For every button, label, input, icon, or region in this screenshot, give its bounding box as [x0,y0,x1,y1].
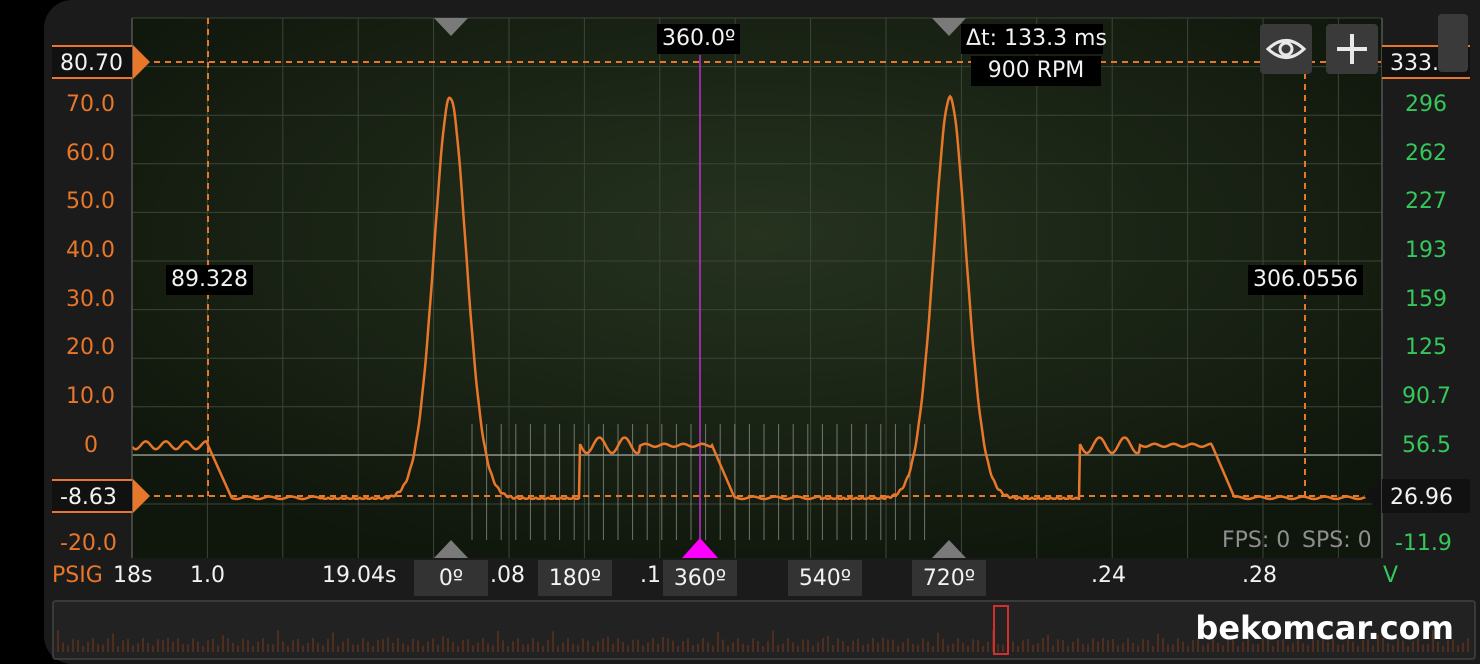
time-label: .08 [490,563,525,588]
right-bottom-marker[interactable]: 26.96 [1382,479,1470,513]
phase-marker-0[interactable]: 0º [414,560,488,596]
right-unit: V [1383,563,1399,588]
right-tick: 125 [1405,335,1447,360]
plot-background [132,18,1382,558]
right-tick: 227 [1405,189,1447,214]
right-cursor-value: 306.0556 [1248,265,1363,295]
phase-marker-180[interactable]: 180º [538,560,612,596]
left-bottom-marker[interactable]: -8.63 [52,479,132,513]
right-tick: 90.7 [1402,384,1451,409]
eye-icon [1265,39,1307,59]
time-label: 1.0 [190,563,225,588]
right-tick: -11.9 [1395,531,1452,556]
left-tick: 60.0 [66,141,115,166]
panel-handle[interactable] [1438,14,1468,72]
right-tick: 159 [1405,287,1447,312]
time-label: 19.04s [322,563,397,588]
left-tick: 70.0 [66,92,115,117]
time-label: .24 [1091,563,1126,588]
left-tick: 10.0 [66,384,115,409]
sps-readout: SPS: 0 [1302,528,1372,553]
left-tick: -20.0 [60,531,117,556]
visibility-button[interactable] [1260,24,1312,74]
left-top-marker[interactable]: 80.70 [52,45,132,79]
phase-marker-540[interactable]: 540º [788,560,862,596]
oscilloscope-view[interactable]: 80.70 -8.63 70.0 60.0 50.0 40.0 30.0 20.… [0,0,1480,600]
right-tick: 56.5 [1402,433,1451,458]
time-window[interactable]: 18s [113,563,152,589]
right-tick: 296 [1405,92,1447,117]
right-tick: 262 [1405,141,1447,166]
add-button[interactable] [1326,24,1378,74]
left-cursor-value: 89.328 [166,265,253,295]
left-tick: 0 [84,433,98,458]
left-tick: 40.0 [66,238,115,263]
left-tick: 20.0 [66,335,115,360]
left-tick: 50.0 [66,189,115,214]
timeline-viewport [993,605,1009,655]
time-label: .1 [640,563,661,588]
waveform-plot[interactable] [0,0,1480,600]
fps-readout: FPS: 0 [1222,528,1291,553]
watermark: bekomcar.com [1195,609,1454,647]
rpm-readout: 900 RPM [971,56,1101,86]
channel-name: PSIG [52,563,103,588]
plus-icon [1337,34,1367,64]
phase-marker-360[interactable]: 360º [663,560,737,596]
right-tick: 193 [1405,238,1447,263]
cursor-angle-readout: 360.0º [657,24,741,54]
delta-time: Δt: 133.3 ms [961,24,1107,54]
left-tick: 30.0 [66,287,115,312]
time-label: .28 [1242,563,1277,588]
phase-marker-720[interactable]: 720º [912,560,986,596]
